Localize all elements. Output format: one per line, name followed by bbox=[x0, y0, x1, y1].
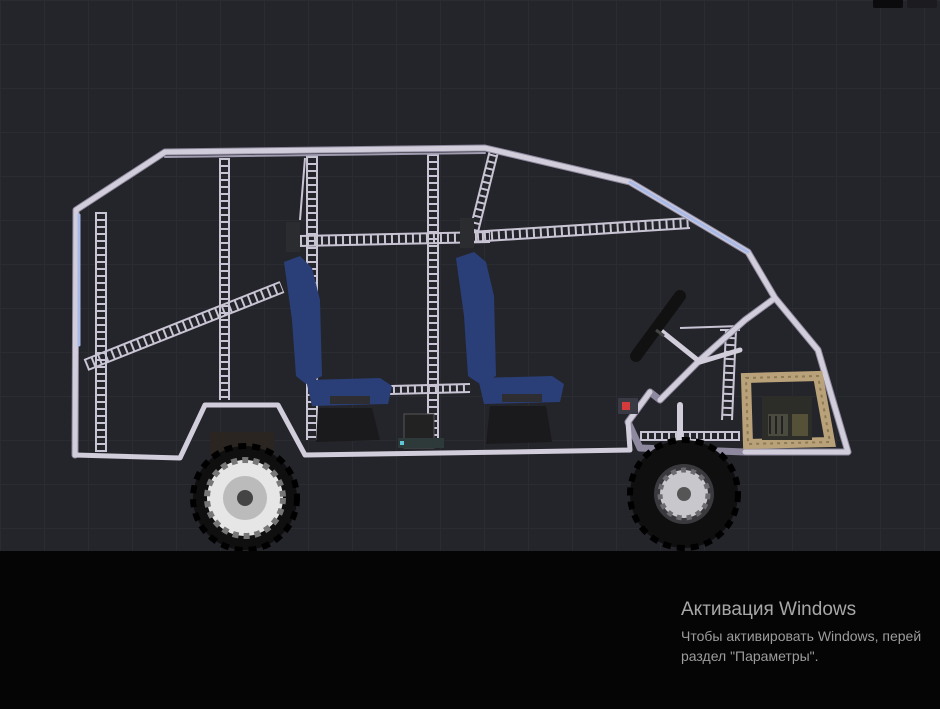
seat-rear[interactable] bbox=[456, 218, 564, 444]
red-button[interactable] bbox=[618, 398, 638, 414]
wheel-front[interactable] bbox=[627, 437, 741, 551]
watermark-line-2: раздел "Параметры". bbox=[681, 648, 819, 664]
generator[interactable] bbox=[762, 396, 812, 440]
toolbar-button[interactable] bbox=[873, 0, 903, 8]
seat-front[interactable] bbox=[284, 222, 392, 442]
steering-wheel[interactable] bbox=[630, 290, 686, 362]
game-viewport[interactable] bbox=[0, 0, 940, 551]
wheel-rear[interactable] bbox=[190, 443, 300, 551]
watermark-line-1: Чтобы активировать Windows, перей bbox=[681, 628, 922, 644]
vehicle-scene[interactable] bbox=[0, 0, 940, 551]
watermark-title: Активация Windows bbox=[681, 599, 857, 620]
windows-activation-watermark: Активация Windows Чтобы активировать Win… bbox=[681, 599, 940, 666]
toolbar-button[interactable] bbox=[907, 0, 937, 8]
